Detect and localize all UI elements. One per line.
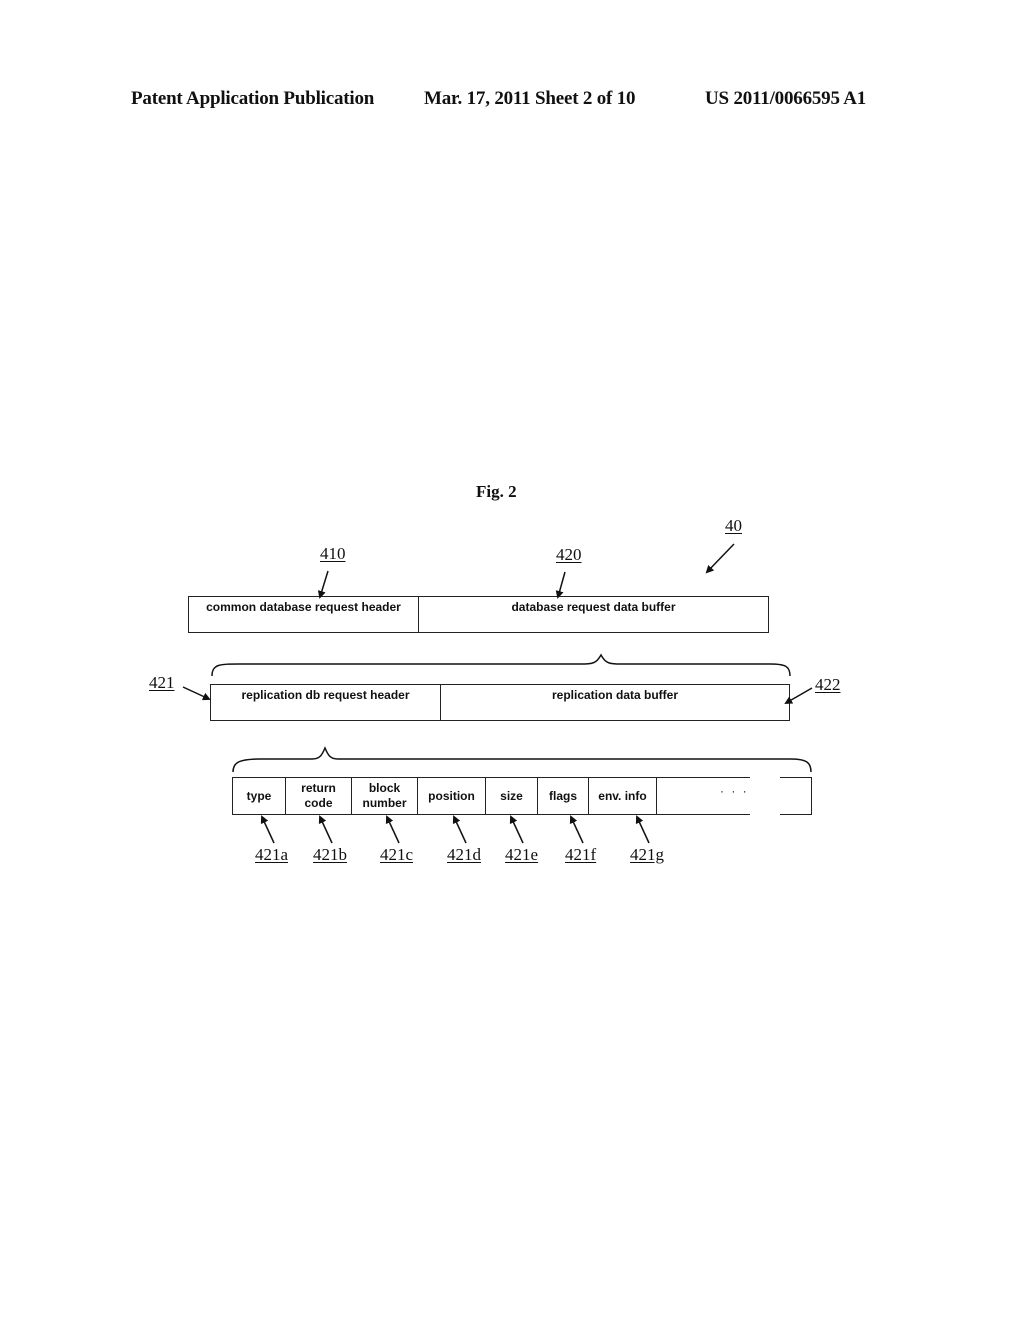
arrow-40 — [705, 543, 735, 574]
arrow-421e — [509, 815, 524, 844]
arrow-421c — [385, 815, 400, 844]
brace-replication-header — [232, 746, 812, 773]
arrow-420 — [555, 571, 566, 599]
arrow-410 — [317, 570, 329, 599]
arrow-422 — [784, 687, 813, 704]
arrow-421a — [260, 815, 275, 844]
arrow-421b — [318, 815, 333, 844]
arrow-421f — [569, 815, 584, 844]
arrow-421 — [182, 686, 211, 701]
arrow-421d — [452, 815, 467, 844]
figure-graphics — [182, 543, 813, 844]
arrow-421g — [635, 815, 650, 844]
brace-data-buffer — [211, 653, 791, 677]
